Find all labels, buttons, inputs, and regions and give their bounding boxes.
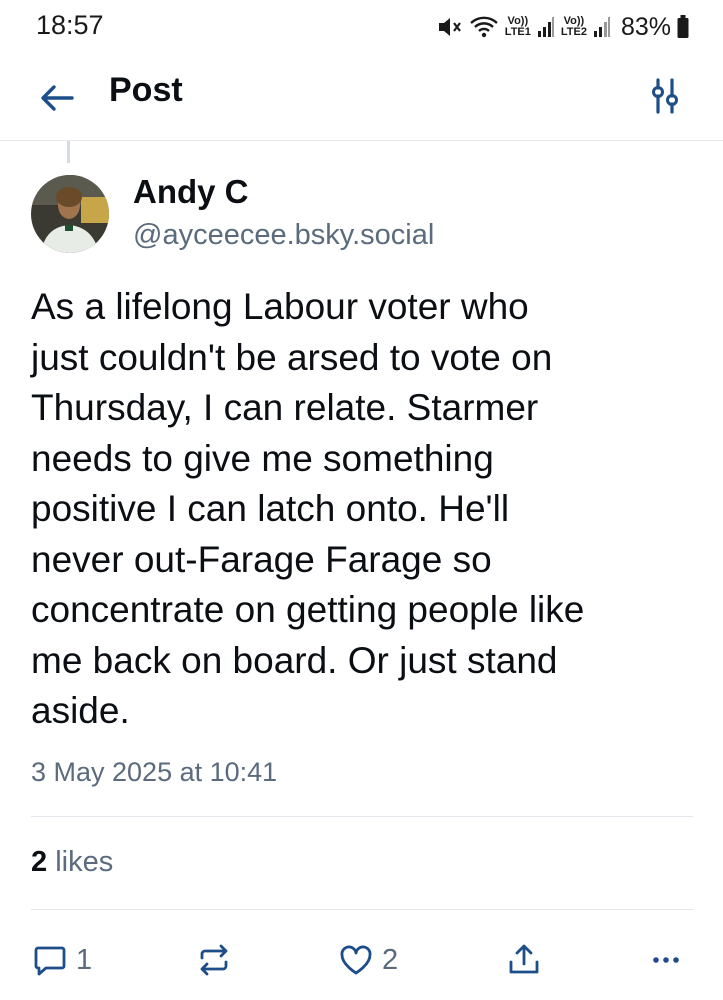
status-time: 18:57 <box>36 10 104 40</box>
status-icons: Vo)) LTE1 Vo)) LTE2 83% <box>437 12 689 42</box>
signal1-icon <box>537 16 555 38</box>
reply-count: 1 <box>76 943 93 976</box>
repost-button[interactable] <box>196 930 240 990</box>
more-options-button[interactable] <box>648 930 684 990</box>
sim2-label: Vo)) LTE2 <box>560 15 587 38</box>
wifi-icon <box>469 15 499 39</box>
arrow-left-icon <box>41 85 74 111</box>
likes-label: likes <box>55 846 114 878</box>
reply-button[interactable]: 1 <box>32 930 92 990</box>
avatar-image <box>31 175 109 253</box>
signal2-icon <box>593 16 611 38</box>
heart-icon <box>340 945 372 975</box>
like-button[interactable]: 2 <box>338 930 398 990</box>
divider <box>31 909 693 910</box>
reply-icon <box>34 946 66 976</box>
author-name[interactable]: Andy C <box>133 173 249 211</box>
thread-connector-line <box>67 141 70 163</box>
more-horizontal-icon <box>653 957 679 963</box>
post-timestamp: 3 May 2025 at 10:41 <box>31 757 278 787</box>
back-button[interactable] <box>36 76 80 120</box>
like-count: 2 <box>382 943 399 976</box>
battery-percent: 83% <box>620 12 671 41</box>
author-handle[interactable]: @ayceecee.bsky.social <box>133 219 434 252</box>
avatar[interactable] <box>31 175 109 253</box>
sim1-label: Vo)) LTE1 <box>504 15 531 38</box>
divider <box>31 816 693 817</box>
post-actions: 1 2 <box>0 930 723 990</box>
share-icon <box>509 944 539 974</box>
likes-summary[interactable]: 2 likes <box>31 846 113 879</box>
post-text: As a lifelong Labour voter who just coul… <box>31 286 585 731</box>
battery-icon <box>677 15 689 39</box>
page-title: Post <box>109 71 183 109</box>
thread-options-button[interactable] <box>643 74 687 118</box>
status-bar: 18:57 Vo)) LTE1 Vo)) LTE2 83% <box>0 0 723 58</box>
post-header: Post <box>0 58 723 141</box>
sliders-icon <box>652 78 678 114</box>
repost-icon <box>200 944 228 976</box>
share-button[interactable] <box>506 930 542 990</box>
mute-icon <box>437 15 463 39</box>
likes-count: 2 <box>31 846 48 878</box>
